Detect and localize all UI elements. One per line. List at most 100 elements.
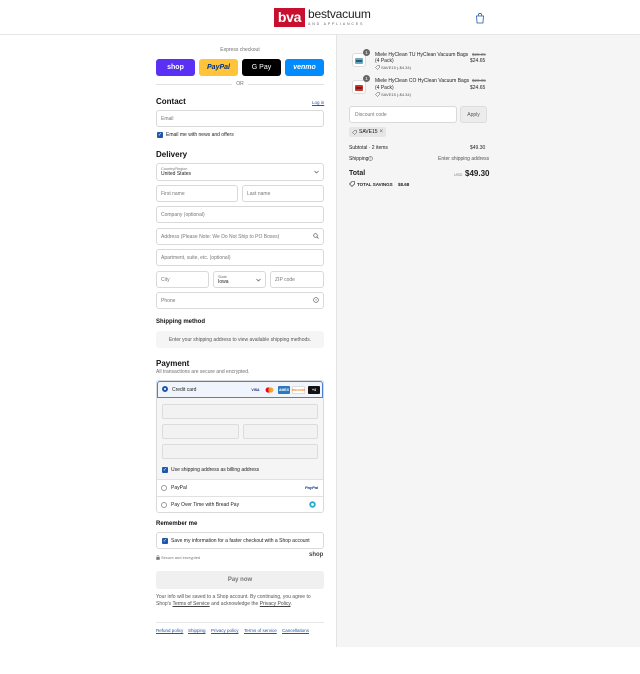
secure-text: Secure and encrypted: [161, 555, 201, 560]
credit-card-option[interactable]: Credit card VISA AMEX DISCOVER +4: [157, 381, 323, 398]
legal-suffix: .: [290, 601, 292, 607]
apply-discount-button[interactable]: Apply: [460, 106, 487, 123]
terms-of-service-footer-link[interactable]: Terms of service: [244, 628, 277, 633]
remove-discount-icon[interactable]: ×: [380, 129, 384, 135]
remember-me-label: Save my information for a faster checkou…: [171, 538, 310, 544]
remember-me-heading: Remember me: [156, 521, 198, 527]
total-value: $49.30: [465, 169, 490, 178]
total-savings-label: TOTAL SAVINGS: [357, 182, 393, 187]
google-pay-button[interactable]: G Pay: [242, 59, 281, 76]
bread-pay-option[interactable]: Pay Over Time with Bread Pay: [157, 497, 323, 512]
newsletter-label: Email me with news and offers: [166, 132, 234, 138]
credit-card-radio[interactable]: [162, 386, 168, 392]
bread-pay-radio[interactable]: [161, 502, 167, 508]
visa-icon: VISA: [251, 388, 260, 392]
legal-middle: and acknowledge the: [211, 601, 259, 607]
discover-icon: DISCOVER: [292, 386, 305, 394]
state-value: Iowa: [218, 278, 229, 285]
shop-logo: shop: [309, 552, 324, 558]
more-cards-badge: +4: [308, 386, 320, 394]
subtotal-value: $49.30: [470, 145, 486, 151]
expiration-field[interactable]: [162, 424, 239, 439]
item-discount: SAVE15 (-$4.34): [381, 65, 411, 70]
shipping-link[interactable]: Shipping: [188, 628, 206, 633]
total-label: Total: [349, 170, 366, 177]
tag-icon: [352, 129, 357, 135]
email-field[interactable]: Email: [156, 110, 324, 127]
item-discount: SAVE15 (-$4.34): [381, 92, 411, 97]
newsletter-checkbox[interactable]: ✓: [157, 132, 163, 138]
country-select[interactable]: Country/Region United States: [156, 163, 324, 181]
venmo-button[interactable]: venmo: [285, 59, 324, 76]
express-checkout-title: Express checkout: [220, 47, 260, 53]
currency-label: USD: [454, 172, 463, 177]
search-icon: [313, 233, 319, 239]
item-original-price: $28.95: [472, 78, 486, 83]
item-price: $24.65: [470, 85, 486, 91]
shopping-bag-icon[interactable]: [475, 12, 485, 24]
billing-address-checkbox[interactable]: ✓: [162, 467, 168, 473]
chevron-down-icon: [256, 278, 261, 282]
billing-address-label: Use shipping address as billing address: [171, 467, 260, 473]
first-name-field[interactable]: First name: [156, 185, 238, 202]
remember-me-checkbox[interactable]: ✓: [162, 538, 168, 544]
item-price: $24.65: [470, 58, 486, 64]
company-field[interactable]: Company (optional): [156, 206, 324, 223]
tag-icon: [375, 92, 380, 97]
help-icon[interactable]: ?: [368, 156, 373, 161]
shipping-method-heading: Shipping method: [156, 319, 205, 325]
paypal-option[interactable]: PayPal PayPal: [157, 480, 323, 496]
bread-pay-icon: [309, 501, 316, 508]
paypal-label: PayPal: [171, 485, 187, 491]
item-name-line2: (4 Pack): [375, 85, 394, 91]
card-number-field[interactable]: [162, 404, 318, 419]
total-savings-value: $8.68: [398, 182, 410, 187]
zip-field[interactable]: ZIP code: [270, 271, 324, 288]
bread-pay-label: Pay Over Time with Bread Pay: [171, 502, 240, 508]
help-icon[interactable]: ?: [313, 297, 319, 303]
footer-divider: [156, 622, 324, 623]
last-name-field[interactable]: Last name: [242, 185, 324, 202]
or-label: OR: [232, 81, 248, 87]
vacuum-bag-icon: [355, 58, 363, 64]
item-original-price: $28.95: [472, 52, 486, 57]
site-header: bva bestvacuum AND APPLIANCES: [0, 0, 640, 35]
store-logo[interactable]: bva bestvacuum AND APPLIANCES: [274, 8, 371, 27]
svg-text:?: ?: [315, 298, 317, 302]
paypal-radio[interactable]: [161, 485, 167, 491]
privacy-policy-link[interactable]: Privacy Policy: [260, 601, 291, 607]
city-field[interactable]: City: [156, 271, 209, 288]
address-field[interactable]: Address (Please Note: We Do Not Ship to …: [156, 228, 324, 245]
mastercard-icon: [264, 386, 274, 394]
apartment-field[interactable]: Apartment, suite, etc. (optional): [156, 249, 324, 266]
delivery-heading: Delivery: [156, 150, 188, 159]
terms-of-service-link[interactable]: Terms of Service: [172, 601, 209, 607]
privacy-policy-footer-link[interactable]: Privacy policy: [211, 628, 239, 633]
paypal-logo: PayPal: [305, 485, 319, 490]
chevron-down-icon: [314, 170, 319, 174]
phone-field[interactable]: Phone: [156, 292, 324, 309]
quantity-badge: 1: [363, 49, 370, 56]
country-value: United States: [161, 171, 192, 177]
vacuum-bag-icon: [355, 85, 363, 91]
applied-discount-tag: SAVE15 ×: [349, 127, 387, 137]
contact-heading: Contact: [156, 97, 186, 106]
lock-icon: [156, 555, 160, 560]
discount-code-field[interactable]: Discount code: [349, 106, 457, 123]
payment-subtext: All transactions are secure and encrypte…: [156, 369, 250, 375]
remember-me-box: ✓ Save my information for a faster check…: [156, 532, 324, 549]
login-link[interactable]: Log in: [312, 100, 324, 105]
logo-mark: bva: [274, 8, 305, 27]
item-name: Miele HyClean CO HyClean Vacuum Bags: [375, 78, 470, 84]
refund-policy-link[interactable]: Refund policy: [156, 628, 183, 633]
product-thumbnail: [352, 80, 366, 94]
credit-card-form: ✓ Use shipping address as billing addres…: [157, 398, 323, 479]
name-on-card-field[interactable]: [162, 444, 318, 459]
payment-heading: Payment: [156, 359, 190, 368]
paypal-button[interactable]: PayPal: [199, 59, 238, 76]
cancellations-link[interactable]: Cancellations: [282, 628, 309, 633]
shop-pay-button[interactable]: shop: [156, 59, 195, 76]
security-code-field[interactable]: [243, 424, 318, 439]
pay-now-button[interactable]: Pay now: [156, 571, 324, 589]
amex-icon: AMEX: [278, 386, 290, 394]
